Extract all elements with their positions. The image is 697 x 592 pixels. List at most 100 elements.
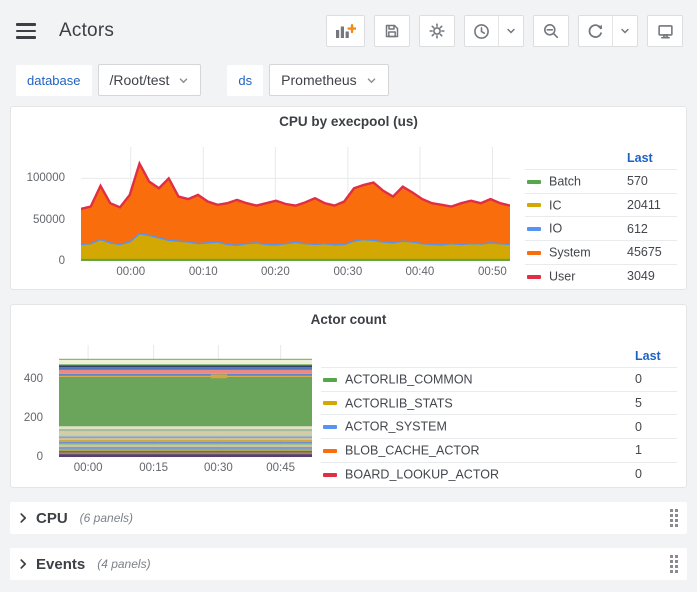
chevron-down-icon bbox=[178, 75, 189, 86]
series-color-swatch[interactable] bbox=[323, 425, 337, 429]
series-color-swatch[interactable] bbox=[323, 401, 337, 405]
series-name[interactable]: ACTOR_SYSTEM bbox=[345, 420, 447, 434]
series-last-value: 5 bbox=[631, 391, 677, 415]
time-range-caret-button[interactable] bbox=[498, 16, 523, 46]
panel-title[interactable]: CPU by execpool (us) bbox=[11, 107, 686, 135]
dashboard-settings-button[interactable] bbox=[419, 15, 455, 47]
dashboard-grid: CPU by execpool (us) 050000100000 00:000… bbox=[0, 106, 697, 580]
legend-row: IC 20411 bbox=[525, 193, 677, 217]
legend-row: IO612 bbox=[525, 217, 677, 241]
series-color-swatch[interactable] bbox=[527, 180, 541, 184]
refresh-button[interactable] bbox=[579, 16, 612, 46]
series-color-swatch[interactable] bbox=[527, 227, 541, 231]
legend-row: BLOB_CACHE_ACTOR 1 bbox=[321, 439, 677, 463]
menu-icon[interactable] bbox=[16, 18, 42, 44]
legend-row: ACTOR_SYSTEM 0 bbox=[321, 415, 677, 439]
series-name[interactable]: ACTORLIB_STATS bbox=[345, 396, 453, 410]
series-color-swatch[interactable] bbox=[527, 251, 541, 255]
x-tick-label: 00:50 bbox=[478, 266, 507, 278]
cpu-chart[interactable] bbox=[81, 147, 510, 261]
page-title: Actors bbox=[59, 20, 114, 42]
y-tick-label: 0 bbox=[37, 451, 43, 463]
series-name[interactable]: BOARD_LOOKUP_ACTOR bbox=[345, 468, 499, 482]
cycle-view-mode-button[interactable] bbox=[647, 15, 683, 47]
legend-row: System 45675 bbox=[525, 241, 677, 265]
series-color-swatch[interactable] bbox=[527, 275, 541, 279]
series-name[interactable]: IO bbox=[549, 222, 562, 236]
actor-y-axis: 0200400 bbox=[11, 345, 51, 457]
x-tick-label: 00:10 bbox=[189, 266, 218, 278]
y-tick-label: 0 bbox=[59, 255, 65, 267]
series-color-swatch[interactable] bbox=[323, 378, 337, 382]
variable-value-database: /Root/test bbox=[110, 72, 170, 88]
x-tick-label: 00:45 bbox=[266, 462, 295, 474]
series-last-value: 0 bbox=[631, 368, 677, 392]
gear-icon bbox=[429, 23, 445, 39]
series-color-swatch[interactable] bbox=[323, 473, 337, 477]
toolbar bbox=[326, 15, 683, 47]
cpu-x-axis: 00:0000:1000:2000:3000:4000:50 bbox=[81, 263, 510, 281]
chevron-down-icon bbox=[505, 25, 517, 37]
y-tick-label: 400 bbox=[24, 373, 43, 385]
legend-row: BOARD_LOOKUP_ACTOR 0 bbox=[321, 462, 677, 485]
add-panel-icon bbox=[335, 23, 356, 39]
x-tick-label: 00:00 bbox=[116, 266, 145, 278]
refresh-interval-caret-button[interactable] bbox=[612, 16, 637, 46]
series-color-swatch[interactable] bbox=[527, 203, 541, 207]
dashboard-row-cpu[interactable]: CPU (6 panels) bbox=[10, 502, 687, 534]
series-name[interactable]: ACTORLIB_COMMON bbox=[345, 373, 473, 387]
series-last-value: 45675 bbox=[623, 241, 677, 265]
variable-label-ds: ds bbox=[227, 65, 263, 96]
row-title: Events bbox=[36, 556, 85, 573]
legend-header-row: Last bbox=[525, 147, 677, 170]
series-name[interactable]: IC bbox=[549, 198, 562, 212]
legend-row: Batch 570 bbox=[525, 170, 677, 194]
save-dashboard-button[interactable] bbox=[374, 15, 410, 47]
series-last-value: 0 bbox=[631, 415, 677, 439]
refresh-group bbox=[578, 15, 638, 47]
series-name[interactable]: System bbox=[549, 246, 591, 260]
series-last-value: 20411 bbox=[623, 193, 677, 217]
cpu-y-axis: 050000100000 bbox=[11, 147, 73, 261]
row-panel-count: (6 panels) bbox=[80, 511, 133, 525]
series-last-value: 570 bbox=[623, 170, 677, 194]
chevron-right-icon bbox=[16, 557, 30, 571]
time-picker-group bbox=[464, 15, 524, 47]
y-tick-label: 100000 bbox=[27, 172, 65, 184]
drag-handle-icon[interactable] bbox=[670, 555, 679, 574]
series-name[interactable]: User bbox=[549, 270, 575, 284]
actor-chart[interactable] bbox=[59, 345, 312, 457]
monitor-icon bbox=[657, 23, 674, 40]
panel-actor-count: Actor count 0200400 00:0000:1500:3000:45… bbox=[10, 304, 687, 488]
cpu-legend: Last Batch 570 IC 20411IO612 System 45675User3… bbox=[525, 147, 677, 288]
x-tick-label: 00:40 bbox=[406, 266, 435, 278]
chevron-right-icon bbox=[16, 511, 30, 525]
series-name[interactable]: BLOB_CACHE_ACTOR bbox=[345, 444, 480, 458]
actor-x-axis: 00:0000:1500:3000:45 bbox=[59, 459, 312, 477]
x-tick-label: 00:00 bbox=[74, 462, 103, 474]
time-range-button[interactable] bbox=[465, 16, 498, 46]
legend-row: User3049 bbox=[525, 264, 677, 287]
x-tick-label: 00:20 bbox=[261, 266, 290, 278]
dashboard-row-events[interactable]: Events (4 panels) bbox=[10, 548, 687, 580]
series-color-swatch[interactable] bbox=[323, 449, 337, 453]
legend-header-row: Last bbox=[321, 345, 677, 368]
series-last-value: 1 bbox=[631, 439, 677, 463]
variable-label-database: database bbox=[16, 65, 92, 96]
chevron-down-icon bbox=[366, 75, 377, 86]
add-panel-button[interactable] bbox=[326, 15, 365, 47]
dashboard-variables: database /Root/test ds Prometheus bbox=[0, 62, 697, 106]
clock-icon bbox=[473, 23, 490, 40]
series-name[interactable]: Batch bbox=[549, 175, 581, 189]
drag-handle-icon[interactable] bbox=[670, 509, 679, 528]
variable-value-ds: Prometheus bbox=[281, 72, 356, 88]
legend-row: ACTORLIB_STATS 5 bbox=[321, 391, 677, 415]
zoom-out-button[interactable] bbox=[533, 15, 569, 47]
variable-select-database[interactable]: /Root/test bbox=[98, 64, 202, 96]
legend-last-header[interactable]: Last bbox=[623, 147, 677, 170]
legend-last-header[interactable]: Last bbox=[631, 345, 677, 368]
variable-select-ds[interactable]: Prometheus bbox=[269, 64, 388, 96]
series-last-value: 0 bbox=[631, 462, 677, 485]
top-bar: Actors bbox=[0, 0, 697, 62]
panel-title[interactable]: Actor count bbox=[11, 305, 686, 333]
